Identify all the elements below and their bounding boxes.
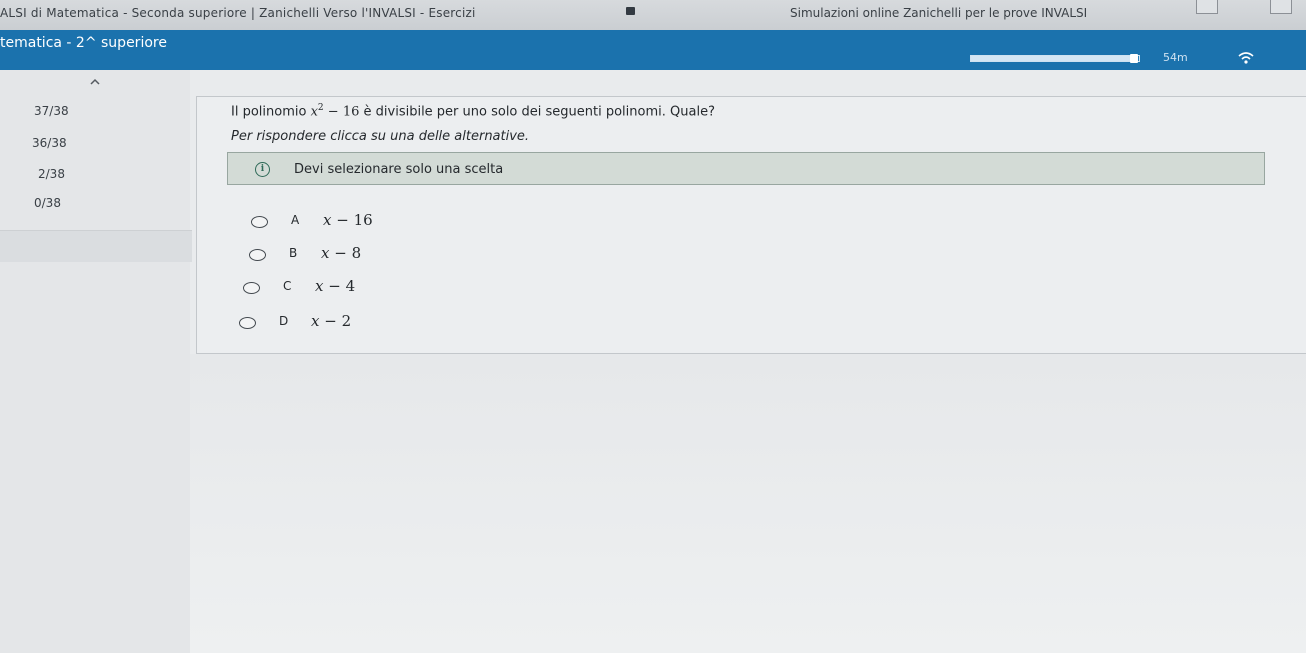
option-d-rest: − 2 bbox=[324, 312, 352, 330]
question-text: Il polinomio x2 − 16 è divisibile per un… bbox=[231, 103, 715, 119]
option-b-letter: B bbox=[289, 246, 298, 260]
instruction-text: Per rispondere clicca su una delle alter… bbox=[231, 129, 530, 144]
selection-notice: i Devi selezionare solo una scelta bbox=[227, 152, 1265, 185]
option-c-variable: x bbox=[315, 277, 324, 295]
option-d-variable: x bbox=[311, 312, 320, 330]
question-text-after: è divisibile per uno solo dei seguenti p… bbox=[363, 104, 715, 120]
option-b-expression: x − 8 bbox=[321, 244, 361, 262]
option-d-expression: x − 2 bbox=[311, 312, 351, 330]
tab-stop-icon[interactable] bbox=[626, 7, 635, 15]
question-sidebar: 37/38 36/38 2/38 0/38 bbox=[0, 70, 192, 653]
question-card: Il polinomio x2 − 16 è divisibile per un… bbox=[196, 96, 1306, 354]
info-icon: i bbox=[255, 162, 270, 177]
option-d-letter: D bbox=[279, 314, 289, 328]
sidebar-item-section-1[interactable]: 37/38 bbox=[34, 104, 69, 118]
option-c-radio[interactable] bbox=[243, 282, 260, 294]
option-b-radio[interactable] bbox=[249, 249, 266, 261]
window-minimize-button[interactable] bbox=[1196, 0, 1218, 14]
browser-tab-title-2[interactable]: Simulazioni online Zanichelli per le pro… bbox=[790, 6, 1087, 20]
sidebar-panel bbox=[0, 230, 192, 262]
option-b-rest: − 8 bbox=[334, 244, 362, 262]
browser-tab-title[interactable]: ALSI di Matematica - Seconda superiore |… bbox=[0, 6, 476, 20]
window-maximize-button[interactable] bbox=[1270, 0, 1292, 14]
content-background bbox=[190, 354, 1306, 653]
timer: 54m bbox=[1163, 51, 1188, 64]
option-a-rest: − 16 bbox=[336, 211, 373, 229]
progress-handle bbox=[1129, 54, 1138, 63]
notice-text: Devi selezionare solo una scelta bbox=[294, 162, 504, 177]
option-c-expression: x − 4 bbox=[315, 277, 355, 295]
sidebar-item-section-4[interactable]: 0/38 bbox=[34, 196, 61, 210]
wifi-icon bbox=[1238, 52, 1254, 64]
polynomial-exponent: 2 bbox=[317, 103, 324, 113]
option-c-letter: C bbox=[283, 279, 292, 293]
question-text-before: Il polinomio bbox=[231, 104, 307, 120]
option-d-radio[interactable] bbox=[239, 317, 256, 329]
option-c-rest: − 4 bbox=[328, 277, 356, 295]
app-header: tematica - 2^ superiore 54m bbox=[0, 30, 1306, 70]
sidebar-item-section-3[interactable]: 2/38 bbox=[38, 167, 65, 181]
page-title: tematica - 2^ superiore bbox=[0, 35, 167, 51]
sidebar-item-section-2[interactable]: 36/38 bbox=[32, 136, 67, 150]
option-a-variable: x bbox=[323, 211, 332, 229]
option-a-expression: x − 16 bbox=[323, 211, 373, 229]
option-a-letter: A bbox=[291, 213, 300, 227]
test-progress-fill bbox=[971, 54, 1138, 63]
chevron-up-icon[interactable] bbox=[90, 78, 100, 86]
polynomial-rest: − 16 bbox=[327, 104, 360, 120]
option-b-variable: x bbox=[321, 244, 330, 262]
polynomial-variable: x bbox=[310, 104, 318, 120]
option-a-radio[interactable] bbox=[251, 216, 268, 228]
browser-tab-bar: ALSI di Matematica - Seconda superiore |… bbox=[0, 0, 1306, 34]
test-progress-bar bbox=[970, 54, 1140, 63]
